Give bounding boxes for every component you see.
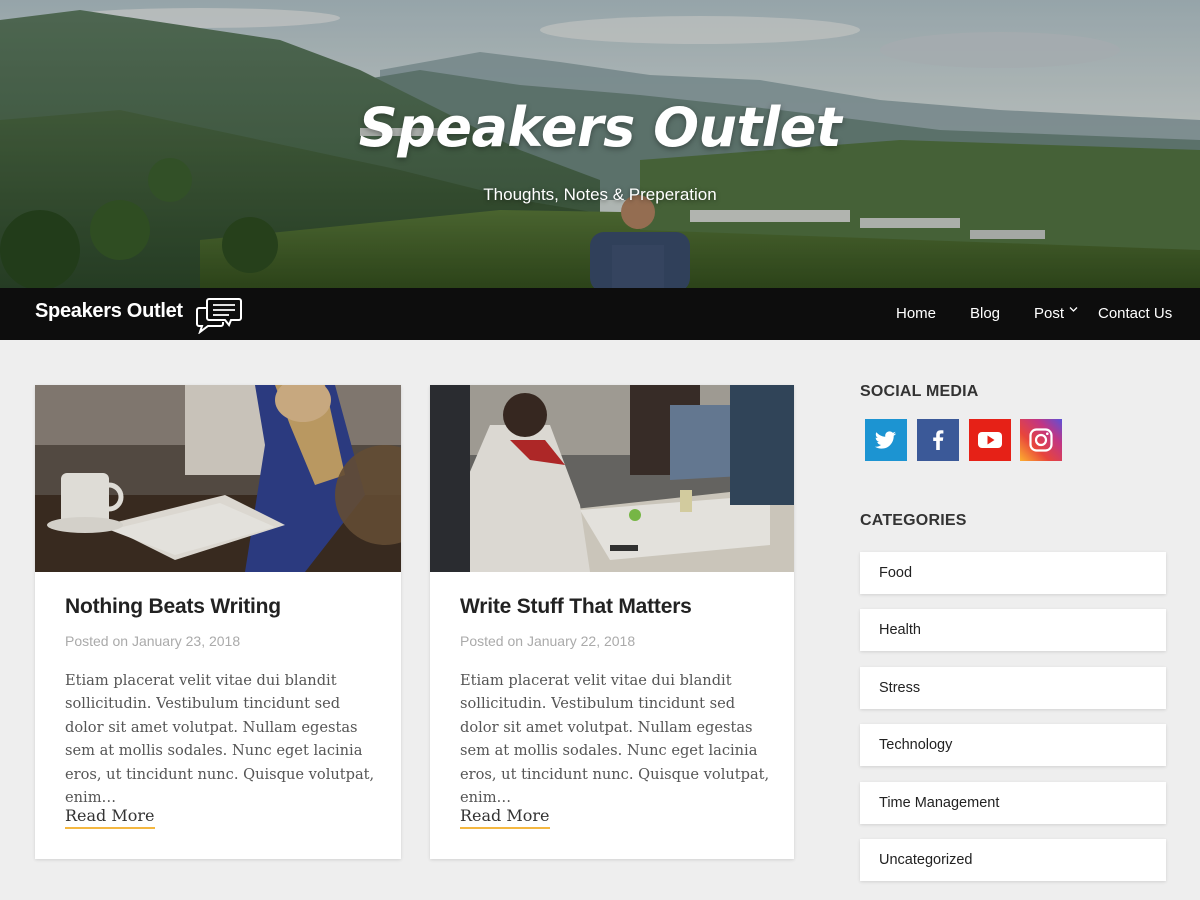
nav-contact-us[interactable]: Contact Us <box>1098 305 1172 322</box>
main-navigation: Speakers Outlet Home Blog Post Contact U… <box>0 288 1200 340</box>
nav-blog[interactable]: Blog <box>970 305 1000 322</box>
post-date: Posted on January 22, 2018 <box>460 633 636 649</box>
post-thumbnail-group-work[interactable] <box>430 385 794 572</box>
category-label: Time Management <box>879 795 1000 811</box>
category-label: Uncategorized <box>879 852 973 868</box>
post-title[interactable]: Write Stuff That Matters <box>460 595 692 619</box>
category-item-time-management[interactable]: Time Management <box>860 782 1166 824</box>
category-label: Health <box>879 622 921 638</box>
read-more-link[interactable]: Read More <box>460 806 550 829</box>
post-date: Posted on January 23, 2018 <box>65 633 241 649</box>
category-item-health[interactable]: Health <box>860 609 1166 651</box>
post-excerpt: Etiam placerat velit vitae dui blandit s… <box>65 672 375 807</box>
category-label: Food <box>879 565 913 581</box>
nav-post[interactable]: Post <box>1034 305 1064 322</box>
post-excerpt: Etiam placerat velit vitae dui blandit s… <box>460 672 770 807</box>
twitter-icon[interactable] <box>865 419 907 461</box>
categories-heading: CATEGORIES <box>860 512 967 529</box>
hero-tagline: Thoughts, Notes & Preperation <box>483 185 717 204</box>
post-title[interactable]: Nothing Beats Writing <box>65 595 281 619</box>
youtube-icon[interactable] <box>969 419 1011 461</box>
category-item-food[interactable]: Food <box>860 552 1166 594</box>
category-label: Stress <box>879 680 921 696</box>
post-card: Write Stuff That Matters Posted on Janua… <box>430 385 794 859</box>
chat-bubbles-icon[interactable] <box>195 296 243 334</box>
hero-banner: Speakers Outlet Thoughts, Notes & Preper… <box>0 0 1200 288</box>
social-media-heading: SOCIAL MEDIA <box>860 383 979 400</box>
category-label: Technology <box>879 737 953 753</box>
hero-site-title[interactable]: Speakers Outlet <box>0 96 1200 159</box>
chevron-down-icon[interactable] <box>1069 305 1078 314</box>
read-more-link[interactable]: Read More <box>65 806 155 829</box>
nav-home[interactable]: Home <box>896 305 936 322</box>
category-item-technology[interactable]: Technology <box>860 724 1166 766</box>
category-item-stress[interactable]: Stress <box>860 667 1166 709</box>
facebook-icon[interactable] <box>917 419 959 461</box>
nav-brand-name[interactable]: Speakers Outlet <box>35 300 183 323</box>
post-card: Nothing Beats Writing Posted on January … <box>35 385 401 859</box>
post-thumbnail-writing[interactable] <box>35 385 401 572</box>
category-item-uncategorized[interactable]: Uncategorized <box>860 839 1166 881</box>
instagram-icon[interactable] <box>1020 419 1062 461</box>
